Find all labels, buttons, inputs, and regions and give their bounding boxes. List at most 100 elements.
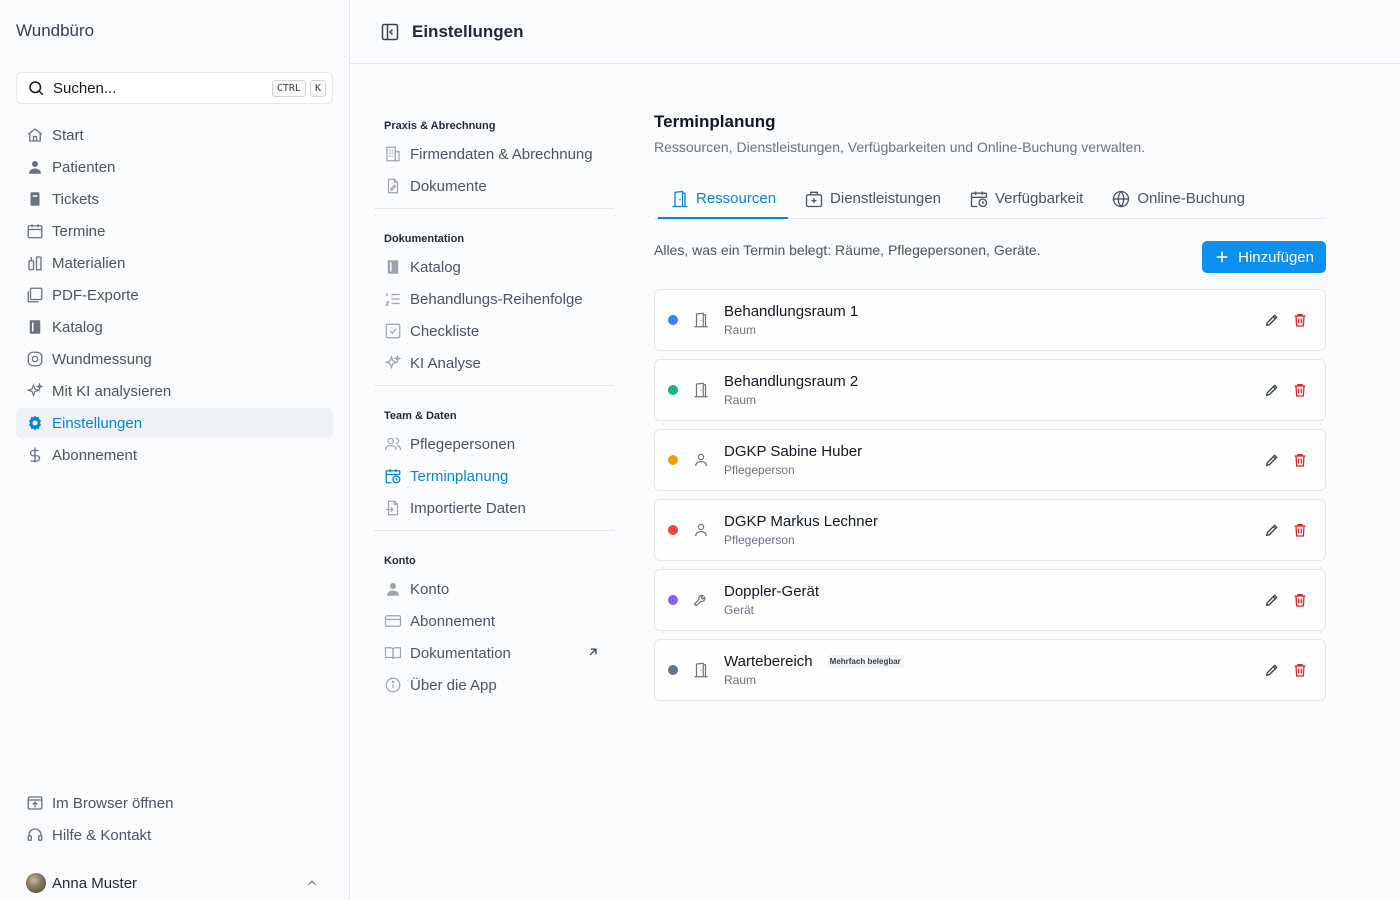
table-row[interactable]: DGKP Sabine Huber Pflegeperson bbox=[654, 429, 1326, 491]
sidebar-item-label: Einstellungen bbox=[52, 414, 143, 432]
settings-item-label: Importierte Daten bbox=[410, 499, 526, 517]
table-row[interactable]: Behandlungsraum 2 Raum bbox=[654, 359, 1326, 421]
browser-icon bbox=[26, 794, 44, 812]
search-placeholder: Suchen... bbox=[53, 79, 117, 97]
resource-name: DGKP Sabine Huber bbox=[724, 443, 863, 460]
edit-button[interactable] bbox=[1263, 521, 1281, 539]
tab-dienstleistungen[interactable]: Dienstleistungen bbox=[800, 179, 953, 218]
medical-bag-icon bbox=[804, 189, 824, 209]
sidebar-item-tickets[interactable]: Tickets bbox=[16, 184, 333, 214]
edit-button[interactable] bbox=[1263, 311, 1281, 329]
settings-item-label: Pflegepersonen bbox=[410, 435, 516, 453]
sidebar-item-wundmessung[interactable]: Wundmessung bbox=[16, 344, 333, 374]
trash-icon bbox=[1294, 314, 1306, 327]
edit-button[interactable] bbox=[1263, 381, 1281, 399]
trash-icon bbox=[1294, 594, 1306, 607]
sparkle-icon bbox=[384, 354, 402, 372]
terminplanung-content: Terminplanung Ressourcen, Dienstleistung… bbox=[654, 112, 1326, 709]
settings-item-dokumente[interactable]: Dokumente bbox=[374, 170, 614, 202]
settings-item-ki-analyse[interactable]: KI Analyse bbox=[374, 347, 614, 379]
tab-ressourcen[interactable]: Ressourcen bbox=[654, 179, 789, 219]
delete-button[interactable] bbox=[1291, 451, 1309, 469]
search-input[interactable]: Suchen... CTRL K bbox=[16, 72, 333, 104]
sidebar-item-im-browser-oeffnen[interactable]: Im Browser öffnen bbox=[16, 788, 333, 818]
settings-item-label: Terminplanung bbox=[410, 467, 509, 485]
person-icon bbox=[692, 451, 710, 469]
settings-section-dokumentation: Dokumentation Katalog Behandlungs-Reihen… bbox=[374, 223, 614, 386]
settings-item-behandlungs-reihenfolge[interactable]: Behandlungs-Reihenfolge bbox=[374, 283, 614, 315]
settings-item-firmendaten[interactable]: Firmendaten & Abrechnung bbox=[374, 138, 614, 170]
status-badge: Mehrfach belegbar bbox=[826, 655, 904, 668]
sidebar-item-hilfe-kontakt[interactable]: Hilfe & Kontakt bbox=[16, 820, 333, 850]
tab-verfuegbarkeit[interactable]: Verfügbarkeit bbox=[965, 179, 1095, 218]
sidebar: Wundbüro Suchen... CTRL K Start Patiente… bbox=[0, 0, 350, 900]
dollar-icon bbox=[26, 446, 44, 464]
import-icon bbox=[384, 499, 402, 517]
calendar-clock-icon bbox=[384, 467, 402, 485]
settings-item-katalog[interactable]: Katalog bbox=[374, 251, 614, 283]
book-icon bbox=[384, 258, 402, 276]
gear-icon bbox=[26, 414, 44, 432]
delete-button[interactable] bbox=[1291, 521, 1309, 539]
delete-button[interactable] bbox=[1291, 661, 1309, 679]
pdf-icon bbox=[26, 286, 44, 304]
avatar bbox=[26, 873, 46, 893]
settings-item-konto[interactable]: Konto bbox=[374, 573, 614, 605]
sidebar-item-patienten[interactable]: Patienten bbox=[16, 152, 333, 182]
settings-item-checkliste[interactable]: Checkliste bbox=[374, 315, 614, 347]
user-icon bbox=[26, 158, 44, 176]
sidebar-item-termine[interactable]: Termine bbox=[16, 216, 333, 246]
sidebar-item-einstellungen[interactable]: Einstellungen bbox=[16, 408, 333, 438]
settings-nav: Praxis & Abrechnung Firmendaten & Abrech… bbox=[374, 110, 614, 721]
tab-online-buchung[interactable]: Online-Buchung bbox=[1107, 179, 1257, 218]
resource-name: DGKP Markus Lechner bbox=[724, 513, 878, 530]
resource-type: Raum bbox=[724, 393, 757, 407]
settings-item-ueber-die-app[interactable]: Über die App bbox=[374, 669, 614, 701]
edit-button[interactable] bbox=[1263, 661, 1281, 679]
table-row[interactable]: Wartebereich Mehrfach belegbar Raum bbox=[654, 639, 1326, 701]
pencil-icon bbox=[1265, 314, 1278, 327]
resource-color-dot bbox=[668, 455, 678, 465]
sidebar-item-mit-ki-analysieren[interactable]: Mit KI analysieren bbox=[16, 376, 333, 406]
sidebar-item-start[interactable]: Start bbox=[16, 120, 333, 150]
add-resource-button[interactable]: Hinzufügen bbox=[1202, 241, 1326, 273]
settings-item-terminplanung[interactable]: Terminplanung bbox=[374, 460, 614, 492]
resource-list: Behandlungsraum 1 Raum Behandlungsraum 2… bbox=[654, 289, 1326, 701]
delete-button[interactable] bbox=[1291, 311, 1309, 329]
settings-item-dokumentation[interactable]: Dokumentation bbox=[374, 637, 614, 669]
settings-item-abonnement[interactable]: Abonnement bbox=[374, 605, 614, 637]
settings-item-label: Checkliste bbox=[410, 322, 480, 340]
sidebar-item-katalog[interactable]: Katalog bbox=[16, 312, 333, 342]
sidebar-item-materialien[interactable]: Materialien bbox=[16, 248, 333, 278]
settings-item-importierte-daten[interactable]: Importierte Daten bbox=[374, 492, 614, 524]
table-row[interactable]: Behandlungsraum 1 Raum bbox=[654, 289, 1326, 351]
wrench-icon bbox=[692, 591, 710, 609]
table-row[interactable]: Doppler-Gerät Gerät bbox=[654, 569, 1326, 631]
delete-button[interactable] bbox=[1291, 591, 1309, 609]
sidebar-toggle-icon[interactable] bbox=[380, 22, 400, 42]
sidebar-item-pdf-exporte[interactable]: PDF-Exporte bbox=[16, 280, 333, 310]
resource-color-dot bbox=[668, 315, 678, 325]
trash-icon bbox=[1294, 524, 1306, 537]
shortcut-ctrl: CTRL bbox=[271, 79, 306, 97]
resource-description: Alles, was ein Termin belegt: Räume, Pfl… bbox=[654, 242, 1041, 258]
user-menu[interactable]: Anna Muster bbox=[16, 868, 333, 898]
trash-icon bbox=[1294, 664, 1306, 677]
settings-item-label: Katalog bbox=[410, 258, 461, 276]
section-heading: Dokumentation bbox=[384, 233, 465, 245]
pencil-icon bbox=[1265, 594, 1278, 607]
resource-toolbar: Alles, was ein Termin belegt: Räume, Pfl… bbox=[654, 241, 1326, 275]
headset-icon bbox=[26, 826, 44, 844]
edit-button[interactable] bbox=[1263, 591, 1281, 609]
edit-button[interactable] bbox=[1263, 451, 1281, 469]
table-row[interactable]: DGKP Markus Lechner Pflegeperson bbox=[654, 499, 1326, 561]
settings-item-pflegepersonen[interactable]: Pflegepersonen bbox=[374, 428, 614, 460]
sidebar-item-abonnement[interactable]: Abonnement bbox=[16, 440, 333, 470]
resource-type: Raum bbox=[724, 673, 757, 687]
resource-name: Behandlungsraum 2 bbox=[724, 373, 859, 390]
sidebar-item-label: Tickets bbox=[52, 190, 99, 208]
sidebar-item-label: Im Browser öffnen bbox=[52, 794, 174, 812]
delete-button[interactable] bbox=[1291, 381, 1309, 399]
settings-item-label: Über die App bbox=[410, 676, 497, 694]
credit-card-icon bbox=[384, 612, 402, 630]
